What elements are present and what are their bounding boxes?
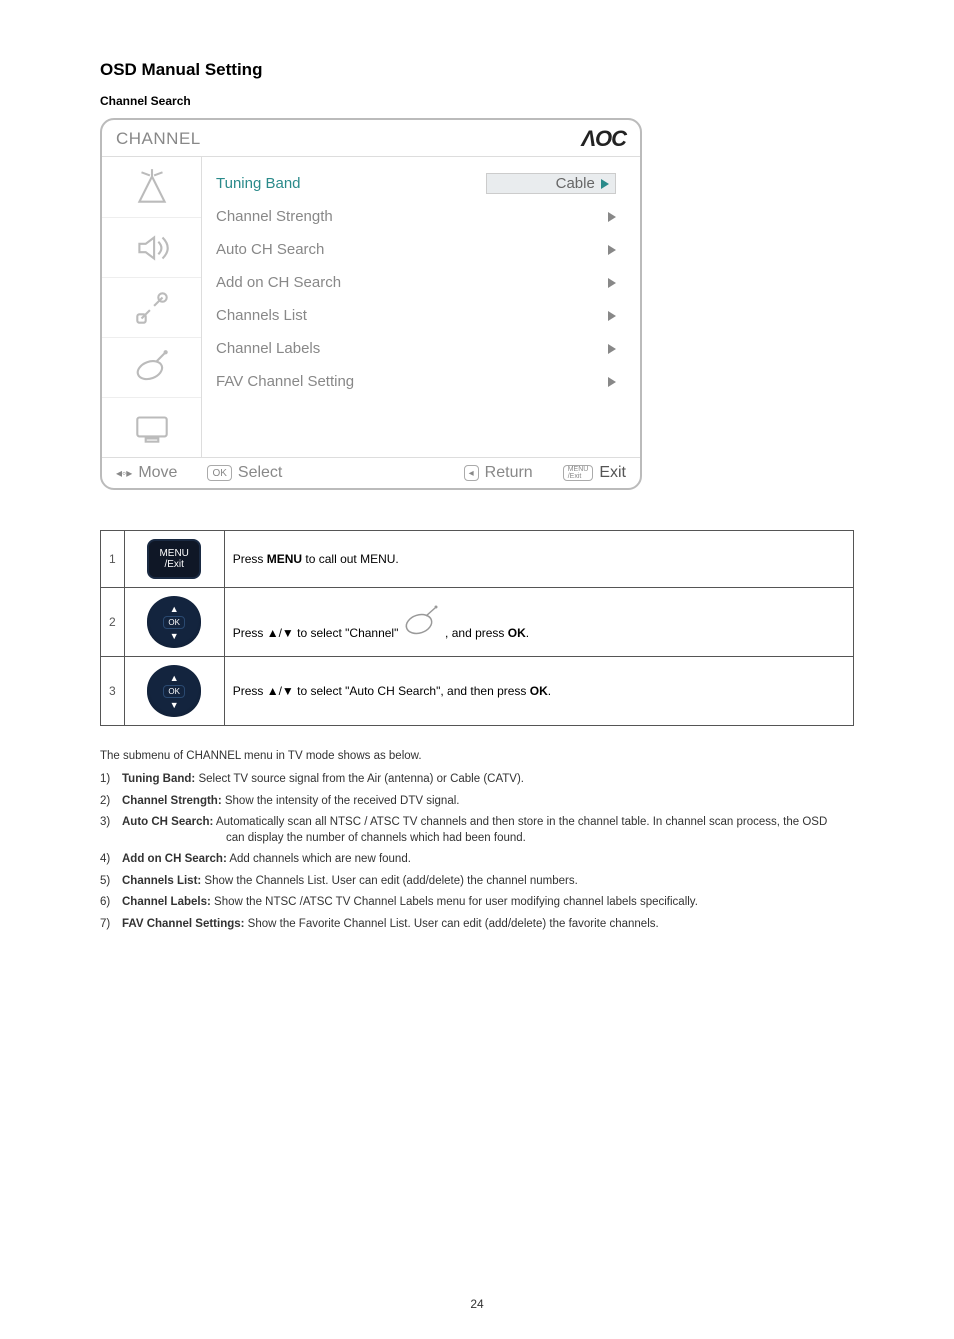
osd-rows: Tuning Band Cable Channel Strength Auto … [202, 157, 640, 457]
footer-move: ◂◦▸ Move [116, 464, 177, 482]
antenna-icon [102, 157, 201, 217]
list-item: 3)Auto CH Search: Automatically scan all… [100, 815, 854, 846]
step-text: Press ▲/▼ to select "Auto CH Search", an… [224, 657, 853, 726]
row-label: Channel Strength [216, 208, 333, 225]
page-number: 24 [0, 1297, 954, 1311]
step-text: Press ▲/▼ to select "Channel" , and pres… [224, 588, 853, 657]
osd-row-tuning-band[interactable]: Tuning Band Cable [216, 167, 616, 200]
osd-panel: CHANNEL ΛOC Tuning Band Cable [100, 118, 642, 490]
ok-label: OK [163, 616, 185, 629]
footer-return-label: Return [485, 464, 533, 482]
osd-footer: ◂◦▸ Move OK Select ◂ Return MENU/Exit Ex… [102, 457, 640, 488]
footer-select-label: Select [238, 464, 282, 482]
osd-row-channel-labels[interactable]: Channel Labels [216, 332, 616, 365]
osd-sidebar [102, 157, 202, 457]
ok-button-graphic: ▲ OK ▼ [147, 665, 201, 717]
table-row: 2 ▲ OK ▼ Press ▲/▼ to select "Channel" ,… [101, 588, 854, 657]
footer-return: ◂ Return [464, 464, 533, 482]
table-row: 1 MENU /Exit Press MENU to call out MENU… [101, 531, 854, 588]
ok-button-graphic: ▲ OK ▼ [147, 596, 201, 648]
menu-btn-top: MENU [159, 548, 188, 559]
row-label: FAV Channel Setting [216, 373, 354, 390]
step-text: Press MENU to call out MENU. [224, 531, 853, 588]
row-label: Tuning Band [216, 175, 301, 192]
dpad-icon: ◂◦▸ [116, 466, 132, 480]
chevron-right-icon [608, 344, 616, 354]
table-row: 3 ▲ OK ▼ Press ▲/▼ to select "Auto CH Se… [101, 657, 854, 726]
list-item: 7)FAV Channel Settings: Show the Favorit… [100, 917, 854, 933]
osd-row-add-on-ch-search[interactable]: Add on CH Search [216, 266, 616, 299]
step-number: 2 [101, 588, 125, 657]
submenu-note: The submenu of CHANNEL menu in TV mode s… [100, 750, 854, 762]
list-item: 5)Channels List: Show the Channels List.… [100, 874, 854, 890]
ok-label: OK [163, 685, 185, 698]
step-icon-cell: ▲ OK ▼ [124, 588, 224, 657]
down-arrow-icon: ▼ [170, 700, 179, 710]
up-arrow-icon: ▲ [170, 604, 179, 614]
satellite-icon [102, 337, 201, 397]
brand-logo: ΛOC [581, 126, 626, 152]
monitor-icon [102, 397, 201, 457]
back-badge-icon: ◂ [464, 465, 479, 481]
tools-icon [102, 277, 201, 337]
chevron-right-icon [608, 278, 616, 288]
row-label: Add on CH Search [216, 274, 341, 291]
footer-exit-label: Exit [599, 464, 626, 482]
step-icon-cell: ▲ OK ▼ [124, 657, 224, 726]
channel-inline-icon [402, 605, 442, 637]
osd-row-channels-list[interactable]: Channels List [216, 299, 616, 332]
step-number: 1 [101, 531, 125, 588]
page-title: OSD Manual Setting [100, 60, 854, 80]
speaker-icon [102, 217, 201, 277]
row-label: Channel Labels [216, 340, 320, 357]
menu-button-graphic: MENU /Exit [147, 539, 201, 579]
osd-header-title: CHANNEL [116, 129, 201, 149]
row-value: Cable [556, 175, 595, 192]
menu-btn-bottom: /Exit [164, 559, 183, 570]
row-label: Auto CH Search [216, 241, 324, 258]
chevron-right-icon [608, 311, 616, 321]
up-arrow-icon: ▲ [170, 673, 179, 683]
row-label: Channels List [216, 307, 307, 324]
steps-table: 1 MENU /Exit Press MENU to call out MENU… [100, 530, 854, 726]
list-item: 6)Channel Labels: Show the NTSC /ATSC TV… [100, 895, 854, 911]
footer-select: OK Select [207, 464, 282, 482]
chevron-right-icon [601, 179, 609, 189]
definitions-list: 1)Tuning Band: Select TV source signal f… [100, 772, 854, 932]
osd-row-fav-channel-setting[interactable]: FAV Channel Setting [216, 365, 616, 398]
chevron-right-icon [608, 377, 616, 387]
step-number: 3 [101, 657, 125, 726]
footer-move-label: Move [138, 464, 177, 482]
step-icon-cell: MENU /Exit [124, 531, 224, 588]
list-item: 4)Add on CH Search: Add channels which a… [100, 852, 854, 868]
section-subtitle: Channel Search [100, 94, 854, 108]
footer-exit: MENU/Exit Exit [563, 464, 626, 482]
menu-exit-badge-icon: MENU/Exit [563, 465, 594, 481]
list-item: 1)Tuning Band: Select TV source signal f… [100, 772, 854, 788]
chevron-right-icon [608, 245, 616, 255]
osd-header: CHANNEL ΛOC [102, 120, 640, 157]
ok-badge-icon: OK [207, 465, 231, 481]
list-item: 2)Channel Strength: Show the intensity o… [100, 794, 854, 810]
osd-row-channel-strength[interactable]: Channel Strength [216, 200, 616, 233]
down-arrow-icon: ▼ [170, 631, 179, 641]
osd-row-auto-ch-search[interactable]: Auto CH Search [216, 233, 616, 266]
chevron-right-icon [608, 212, 616, 222]
